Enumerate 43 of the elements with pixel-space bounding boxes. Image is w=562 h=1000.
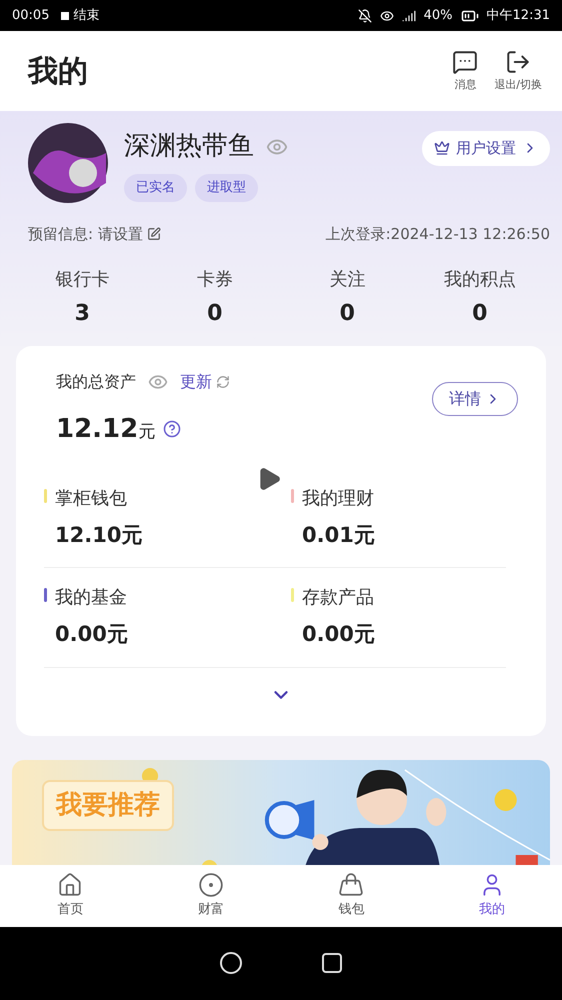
tab-bar-item[interactable]: 财富 (140, 864, 281, 926)
logout-button[interactable]: 退出/切换 (494, 48, 542, 94)
message-icon (452, 48, 478, 75)
page-title: 我的 (28, 52, 88, 90)
refresh-button[interactable]: 更新 (180, 370, 230, 394)
crown-icon (434, 140, 450, 156)
tab-bar-item[interactable]: 首页 (0, 864, 140, 926)
stat-item[interactable]: 我的积点 0 (414, 266, 546, 330)
clock: 中午12:31 (486, 6, 550, 25)
battery-percent: 40% (424, 6, 453, 25)
stat-item[interactable]: 关注 0 (281, 266, 414, 330)
user-settings-button[interactable]: 用户设置 (422, 131, 550, 166)
stop-recording-button[interactable]: 结束 (61, 6, 100, 26)
tab-bar-item[interactable]: 我的 (422, 864, 562, 926)
signal-icon (402, 8, 416, 22)
tab-bar-item[interactable]: 钱包 (281, 864, 422, 926)
asset-item[interactable]: 我的基金 0.00元 (44, 568, 275, 668)
asset-item[interactable]: 存款产品 0.00元 (275, 568, 506, 668)
messages-button[interactable]: 消息 (452, 48, 478, 94)
money-bag-icon (338, 872, 364, 898)
status-tag: 进取型 (195, 174, 258, 202)
total-assets: 12.12 (56, 412, 138, 446)
banner-text: 我要推荐 (42, 780, 174, 830)
status-tag: 已实名 (124, 174, 187, 202)
reserved-info-link[interactable]: 预留信息: 请设置 (28, 223, 161, 246)
eye-icon (380, 8, 394, 22)
details-button[interactable]: 详情 (432, 382, 518, 416)
mute-icon (358, 8, 372, 22)
recents-nav-button[interactable] (322, 953, 342, 974)
help-icon[interactable] (163, 420, 182, 438)
home-icon (57, 872, 84, 898)
exit-icon (505, 48, 532, 75)
assets-title: 我的总资产 (56, 370, 136, 392)
home-nav-button[interactable] (220, 952, 242, 974)
coin-icon (198, 872, 224, 898)
user-name: 深渊热带鱼 (124, 130, 254, 163)
recording-time: 00:05 (12, 6, 50, 25)
stat-item[interactable]: 卡券 0 (148, 266, 281, 330)
refresh-icon (216, 374, 230, 388)
currency-unit: 元 (138, 421, 156, 444)
stat-item[interactable]: 银行卡 3 (16, 266, 148, 330)
last-login: 上次登录:2024-12-13 12:26:50 (326, 224, 550, 245)
edit-icon (146, 227, 161, 242)
